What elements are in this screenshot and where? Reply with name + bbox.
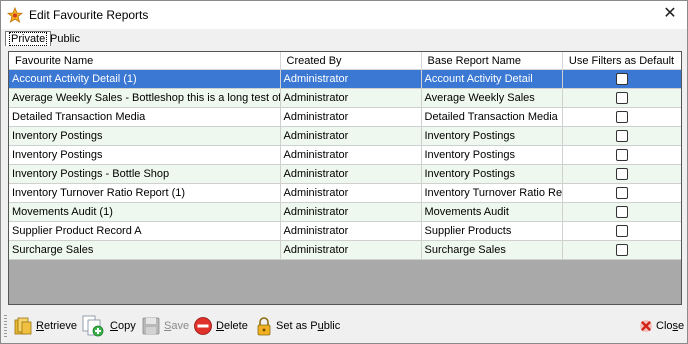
cell-use-filters bbox=[562, 164, 681, 184]
tab-public[interactable]: Public bbox=[47, 32, 83, 46]
table-row[interactable]: Inventory Postings - Bottle Shop Administ… bbox=[9, 164, 681, 184]
close-button[interactable]: Close bbox=[639, 315, 684, 337]
table-row[interactable]: Surcharge Sales Administrator Surcharge Sa… bbox=[9, 240, 681, 260]
cell-favourite-name: Surcharge Sales bbox=[9, 240, 281, 260]
cell-base-report-name: Supplier Products bbox=[421, 221, 563, 241]
delete-button[interactable]: Delete bbox=[193, 315, 248, 337]
edit-favourite-reports-window: Edit Favourite Reports ✕ Private Public … bbox=[0, 0, 688, 344]
cell-created-by: Administrator bbox=[280, 145, 422, 165]
copy-button[interactable]: Copy bbox=[81, 315, 136, 337]
cell-use-filters bbox=[562, 69, 681, 89]
use-filters-checkbox[interactable] bbox=[615, 111, 628, 124]
cell-created-by: Administrator bbox=[280, 202, 422, 222]
grid-body: Account Activity Detail (1) Administrator… bbox=[9, 69, 681, 260]
cell-use-filters bbox=[562, 107, 681, 127]
table-row[interactable]: Supplier Product Record A Administrator Su… bbox=[9, 221, 681, 241]
use-filters-checkbox[interactable] bbox=[615, 187, 628, 200]
grid-header-row: Favourite Name Created By Base Report Na… bbox=[9, 52, 681, 70]
use-filters-checkbox[interactable] bbox=[615, 92, 628, 105]
cell-favourite-name: Supplier Product Record A bbox=[9, 221, 281, 241]
cell-created-by: Administrator bbox=[280, 164, 422, 184]
cell-created-by: Administrator bbox=[280, 183, 422, 203]
window-title: Edit Favourite Reports bbox=[29, 8, 149, 22]
cell-created-by: Administrator bbox=[280, 69, 422, 89]
column-header-use-filters[interactable]: Use Filters as Default bbox=[562, 52, 681, 70]
title-bar: Edit Favourite Reports ✕ bbox=[1, 1, 687, 29]
toolbar-grip bbox=[4, 315, 7, 337]
table-row[interactable]: Average Weekly Sales - Bottleshop this i… bbox=[9, 88, 681, 108]
table-row[interactable]: Detailed Transaction Media Administrator D… bbox=[9, 107, 681, 127]
copy-document-icon bbox=[82, 315, 104, 337]
cell-base-report-name: Inventory Postings bbox=[421, 164, 563, 184]
table-row[interactable]: Movements Audit (1) Administrator Movement… bbox=[9, 202, 681, 222]
save-button[interactable]: Save bbox=[141, 315, 189, 337]
cell-use-filters bbox=[562, 221, 681, 241]
table-row[interactable]: Inventory Turnover Ratio Report (1) Admin… bbox=[9, 183, 681, 203]
tab-private[interactable]: Private bbox=[5, 31, 52, 46]
cell-created-by: Administrator bbox=[280, 88, 422, 108]
column-header-favourite-name[interactable]: Favourite Name bbox=[9, 52, 281, 70]
save-disk-icon bbox=[142, 317, 160, 335]
cell-favourite-name: Inventory Postings bbox=[9, 145, 281, 165]
retrieve-button[interactable]: Retrieve bbox=[13, 315, 77, 337]
cell-use-filters bbox=[562, 126, 681, 146]
cell-base-report-name: Account Activity Detail bbox=[421, 69, 563, 89]
window-close-button[interactable]: ✕ bbox=[661, 5, 679, 23]
star-report-icon bbox=[7, 7, 23, 23]
table-row[interactable]: Account Activity Detail (1) Administrator… bbox=[9, 69, 681, 89]
use-filters-checkbox[interactable] bbox=[615, 206, 628, 219]
retrieve-folder-icon bbox=[14, 317, 32, 335]
delete-minus-icon bbox=[194, 317, 212, 335]
cell-created-by: Administrator bbox=[280, 126, 422, 146]
cell-base-report-name: Inventory Postings bbox=[421, 145, 563, 165]
close-x-icon bbox=[640, 320, 652, 332]
cell-base-report-name: Detailed Transaction Media bbox=[421, 107, 563, 127]
cell-use-filters bbox=[562, 240, 681, 260]
cell-favourite-name: Inventory Postings - Bottle Shop bbox=[9, 164, 281, 184]
padlock-icon bbox=[257, 317, 271, 336]
cell-favourite-name: Average Weekly Sales - Bottleshop this i… bbox=[9, 88, 281, 108]
use-filters-checkbox[interactable] bbox=[615, 73, 628, 86]
use-filters-checkbox[interactable] bbox=[615, 130, 628, 143]
cell-base-report-name: Inventory Turnover Ratio Report bbox=[421, 183, 563, 203]
use-filters-checkbox[interactable] bbox=[615, 149, 628, 162]
column-header-created-by[interactable]: Created By bbox=[280, 52, 422, 70]
set-as-public-button[interactable]: Set as Public bbox=[255, 315, 340, 337]
use-filters-checkbox[interactable] bbox=[615, 225, 628, 238]
cell-base-report-name: Surcharge Sales bbox=[421, 240, 563, 260]
table-row[interactable]: Inventory Postings Administrator Inventory… bbox=[9, 145, 681, 165]
use-filters-checkbox[interactable] bbox=[615, 244, 628, 257]
cell-use-filters bbox=[562, 88, 681, 108]
cell-use-filters bbox=[562, 145, 681, 165]
bottom-toolbar: Retrieve Copy Save Delete Set as Public … bbox=[1, 309, 687, 343]
favourites-grid[interactable]: Favourite Name Created By Base Report Na… bbox=[8, 51, 682, 305]
use-filters-checkbox[interactable] bbox=[615, 168, 628, 181]
cell-created-by: Administrator bbox=[280, 240, 422, 260]
cell-created-by: Administrator bbox=[280, 107, 422, 127]
cell-base-report-name: Average Weekly Sales bbox=[421, 88, 563, 108]
cell-base-report-name: Movements Audit bbox=[421, 202, 563, 222]
cell-favourite-name: Account Activity Detail (1) bbox=[9, 69, 281, 89]
cell-favourite-name: Movements Audit (1) bbox=[9, 202, 281, 222]
column-header-base-report-name[interactable]: Base Report Name bbox=[421, 52, 563, 70]
cell-created-by: Administrator bbox=[280, 221, 422, 241]
cell-favourite-name: Inventory Turnover Ratio Report (1) bbox=[9, 183, 281, 203]
cell-use-filters bbox=[562, 202, 681, 222]
cell-favourite-name: Inventory Postings bbox=[9, 126, 281, 146]
cell-favourite-name: Detailed Transaction Media bbox=[9, 107, 281, 127]
cell-use-filters bbox=[562, 183, 681, 203]
cell-base-report-name: Inventory Postings bbox=[421, 126, 563, 146]
table-row[interactable]: Inventory Postings Administrator Inventory… bbox=[9, 126, 681, 146]
